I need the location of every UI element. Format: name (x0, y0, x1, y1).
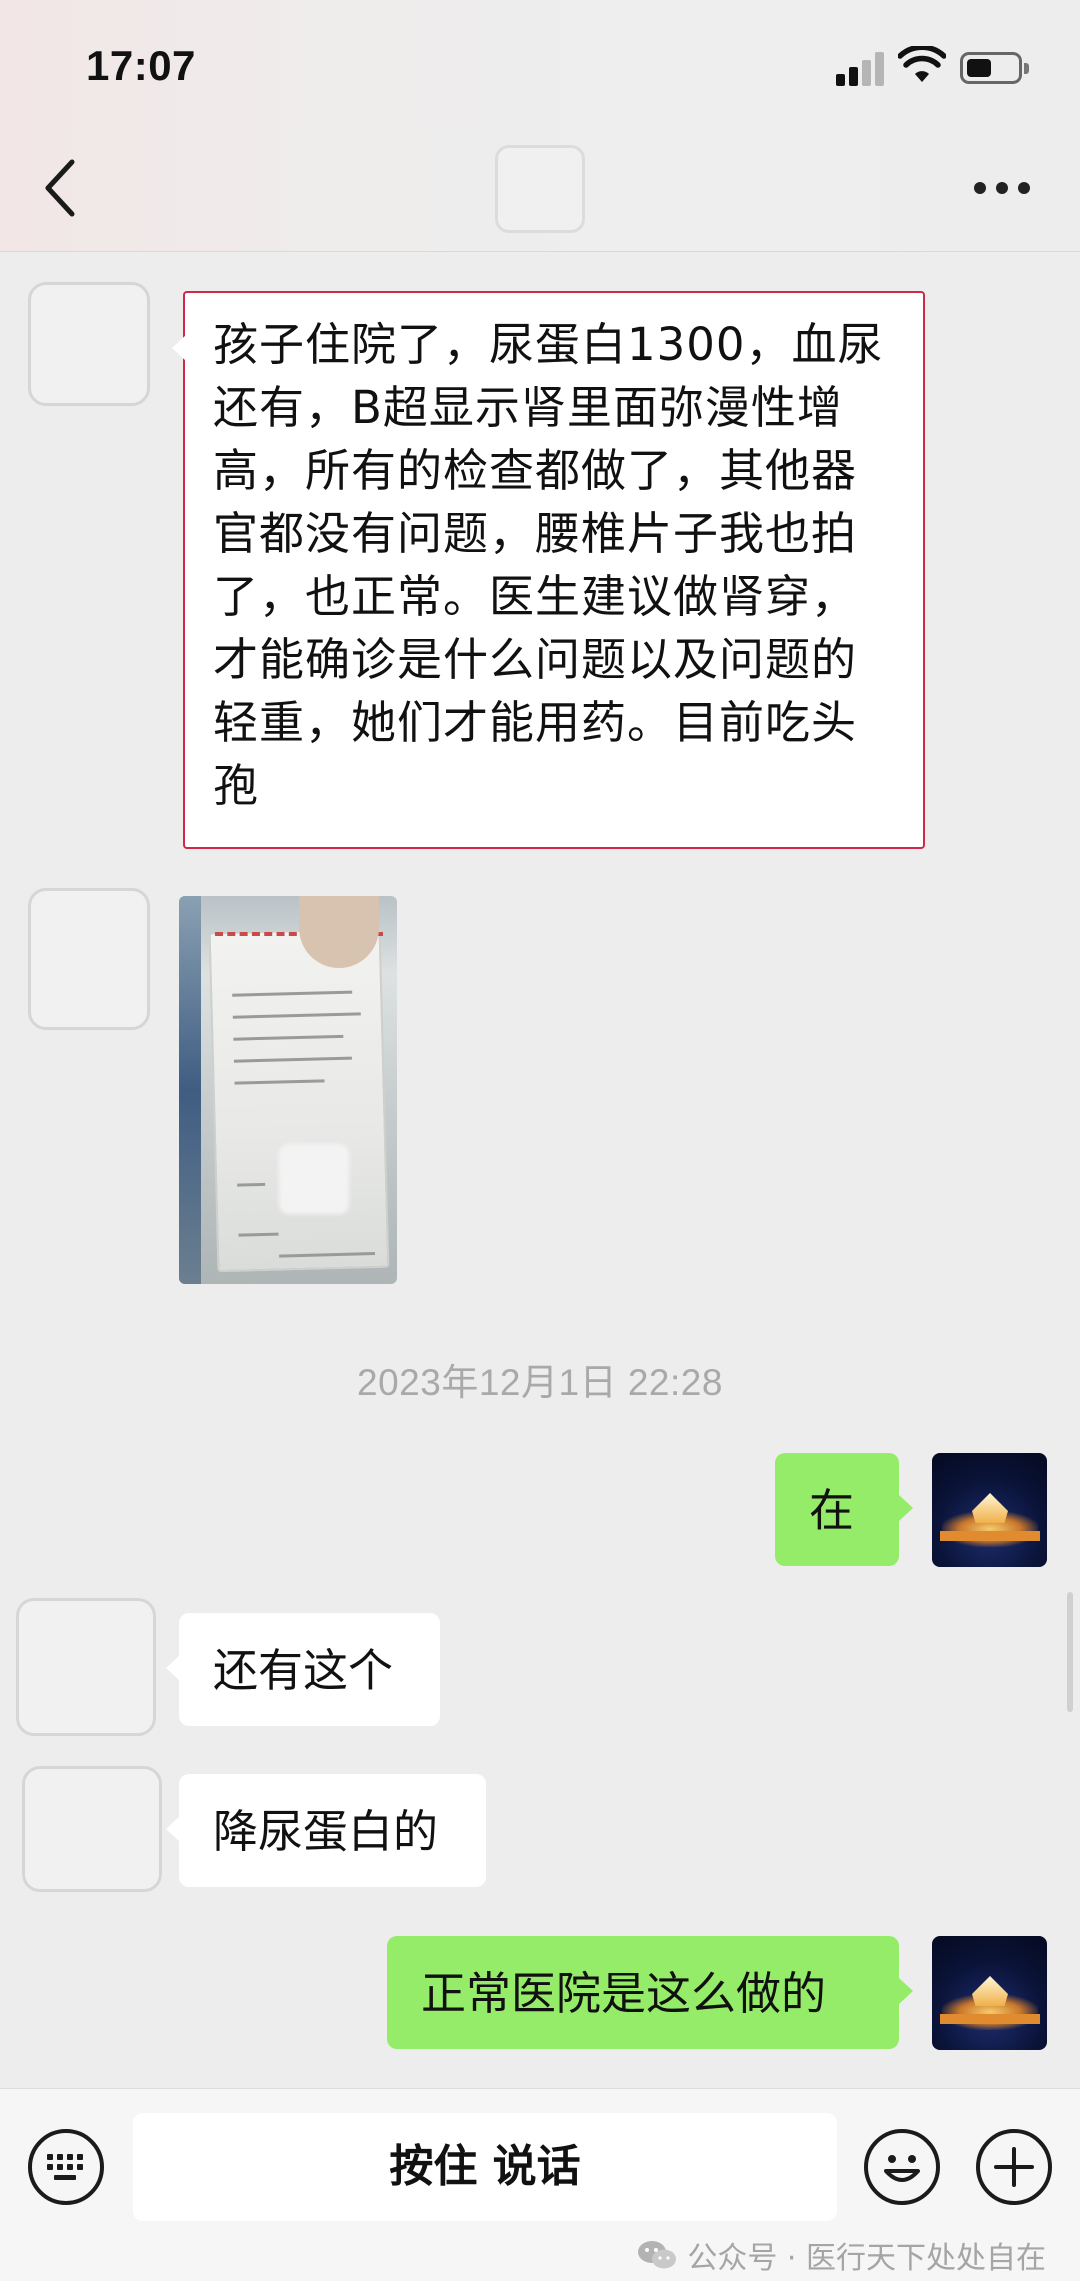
contact-avatar[interactable] (16, 1598, 156, 1736)
contact-avatar[interactable] (28, 282, 150, 406)
message-bubble[interactable]: 孩子住院了，尿蛋白1300，血尿还有，B超显示肾里面弥漫性增高，所有的检查都做了… (172, 291, 925, 849)
message-text: 还有这个 (213, 1644, 394, 1697)
more-options-icon[interactable] (974, 182, 1030, 198)
message-bubble[interactable]: 降尿蛋白的 (166, 1774, 486, 1887)
watermark: 公众号 · 医行天下处处自在 (637, 2233, 1046, 2277)
input-bar: 按住 说话 公众号 · 医行天下处处自在 (0, 2088, 1080, 2281)
watermark-text: 公众号 · 医行天下处处自在 (687, 2241, 1046, 2276)
wechat-logo-icon (638, 2241, 677, 2269)
message-bubble-self[interactable]: 正常医院是这么做的 (387, 1936, 913, 2049)
message-bubble-self[interactable]: 在 (775, 1453, 913, 1566)
contact-avatar[interactable] (22, 1766, 162, 1892)
message-text: 降尿蛋白的 (213, 1805, 439, 1858)
message-timestamp: 2023年12月1日 22:28 (357, 1362, 723, 1403)
message-text: 正常医院是这么做的 (421, 1967, 827, 2020)
battery-icon (960, 52, 1029, 84)
hold-to-talk-button[interactable]: 按住 说话 (133, 2113, 837, 2221)
keyboard-icon[interactable] (28, 2129, 104, 2205)
top-bar: 17:07 (0, 0, 1080, 252)
message-text: 孩子住院了，尿蛋白1300，血尿还有，B超显示肾里面弥漫性增高，所有的检查都做了… (213, 318, 884, 812)
self-avatar[interactable] (932, 1453, 1047, 1567)
scrollbar[interactable] (1067, 1592, 1073, 1712)
plus-icon[interactable] (976, 2129, 1052, 2205)
contact-avatar[interactable] (28, 888, 150, 1030)
image-message[interactable] (179, 896, 397, 1284)
cellular-signal-icon (836, 52, 884, 86)
back-icon[interactable] (36, 152, 96, 224)
wifi-icon (898, 46, 946, 82)
message-bubble[interactable]: 还有这个 (166, 1613, 440, 1726)
emoji-icon[interactable] (864, 2129, 940, 2205)
message-text: 在 (809, 1484, 855, 1537)
self-avatar[interactable] (932, 1936, 1047, 2050)
status-time: 17:07 (86, 42, 196, 89)
chat-title-avatar[interactable] (495, 145, 585, 233)
